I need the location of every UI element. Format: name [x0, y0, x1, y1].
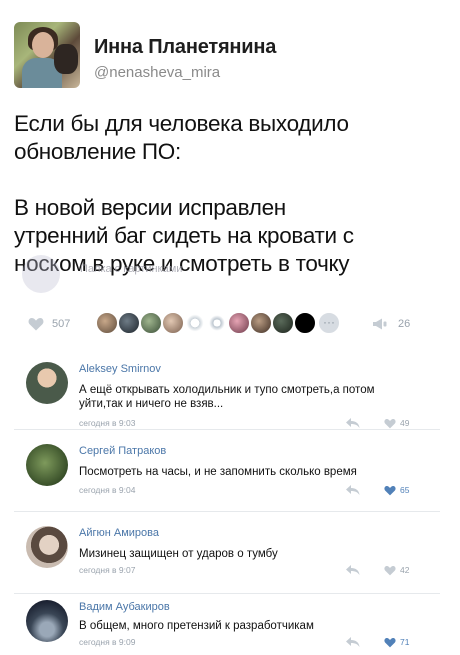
comment-text: В общем, много претензий к разработчикам [79, 620, 314, 632]
liker-avatar[interactable] [272, 312, 294, 334]
author-handle[interactable]: @nenasheva_mira [94, 64, 220, 81]
post-text: Если бы для человека выходило обновление… [14, 111, 354, 276]
heart-icon[interactable] [28, 317, 44, 331]
comment-text: Мизинец защищен от ударов о тумбу [79, 548, 278, 560]
liker-avatar[interactable] [118, 312, 140, 334]
comment-like-count: 49 [400, 418, 410, 428]
liker-avatar[interactable] [206, 312, 228, 334]
post-header: Инна Планетянина @nenasheva_mira [14, 22, 444, 92]
commenter-avatar[interactable] [26, 600, 68, 642]
comment-like-count: 42 [400, 565, 410, 575]
heart-icon[interactable] [384, 565, 396, 576]
megaphone-icon[interactable] [372, 317, 388, 331]
comment-like-count: 71 [400, 637, 410, 647]
commenter-avatar[interactable] [26, 362, 68, 404]
like-count: 507 [52, 318, 71, 330]
heart-icon[interactable] [384, 418, 396, 429]
liker-avatar[interactable] [294, 312, 316, 334]
post-stats-row: 507 ··· 26 [14, 312, 444, 338]
author-name[interactable]: Инна Планетянина [94, 36, 276, 59]
comment-item: Вадим Аубакиров В общем, много претензий… [14, 594, 440, 654]
heart-icon[interactable] [384, 485, 396, 496]
reply-icon[interactable] [346, 485, 360, 495]
reply-icon[interactable] [346, 418, 360, 428]
commenter-name[interactable]: Сергей Патраков [79, 445, 166, 457]
liker-avatar[interactable] [140, 312, 162, 334]
heart-icon[interactable] [384, 637, 396, 648]
commenter-avatar[interactable] [26, 444, 68, 486]
comment-time: сегодня в 9:04 [79, 485, 136, 495]
liker-avatar[interactable] [96, 312, 118, 334]
commenter-name[interactable]: Айгюн Амирова [79, 527, 159, 539]
comment-item: Сергей Патраков Посмотреть на часы, и не… [14, 430, 440, 512]
author-avatar[interactable] [14, 22, 80, 88]
comment-item: Айгюн Амирова Мизинец защищен от ударов … [14, 512, 440, 594]
liker-avatar[interactable] [184, 312, 206, 334]
comment-time: сегодня в 9:07 [79, 565, 136, 575]
liker-avatar[interactable] [228, 312, 250, 334]
liker-avatar[interactable] [162, 312, 184, 334]
reply-icon[interactable] [346, 565, 360, 575]
commenter-avatar[interactable] [26, 526, 68, 568]
commenter-name[interactable]: Aleksey Smirnov [79, 363, 161, 375]
comment-item: Aleksey Smirnov А ещё открывать холодиль… [14, 348, 440, 430]
reply-icon[interactable] [346, 637, 360, 647]
liker-avatar[interactable] [250, 312, 272, 334]
repost-count: 26 [398, 318, 411, 330]
comment-time: сегодня в 9:03 [79, 418, 136, 428]
comment-text: Посмотреть на часы, и не запомнить сколь… [79, 466, 357, 478]
more-likers-button[interactable]: ··· [318, 312, 340, 334]
comment-time: сегодня в 9:09 [79, 637, 136, 647]
comment-like-count: 65 [400, 485, 410, 495]
comment-text: А ещё открывать холодильник и тупо смотр… [79, 384, 375, 410]
commenter-name[interactable]: Вадим Аубакиров [79, 601, 170, 613]
